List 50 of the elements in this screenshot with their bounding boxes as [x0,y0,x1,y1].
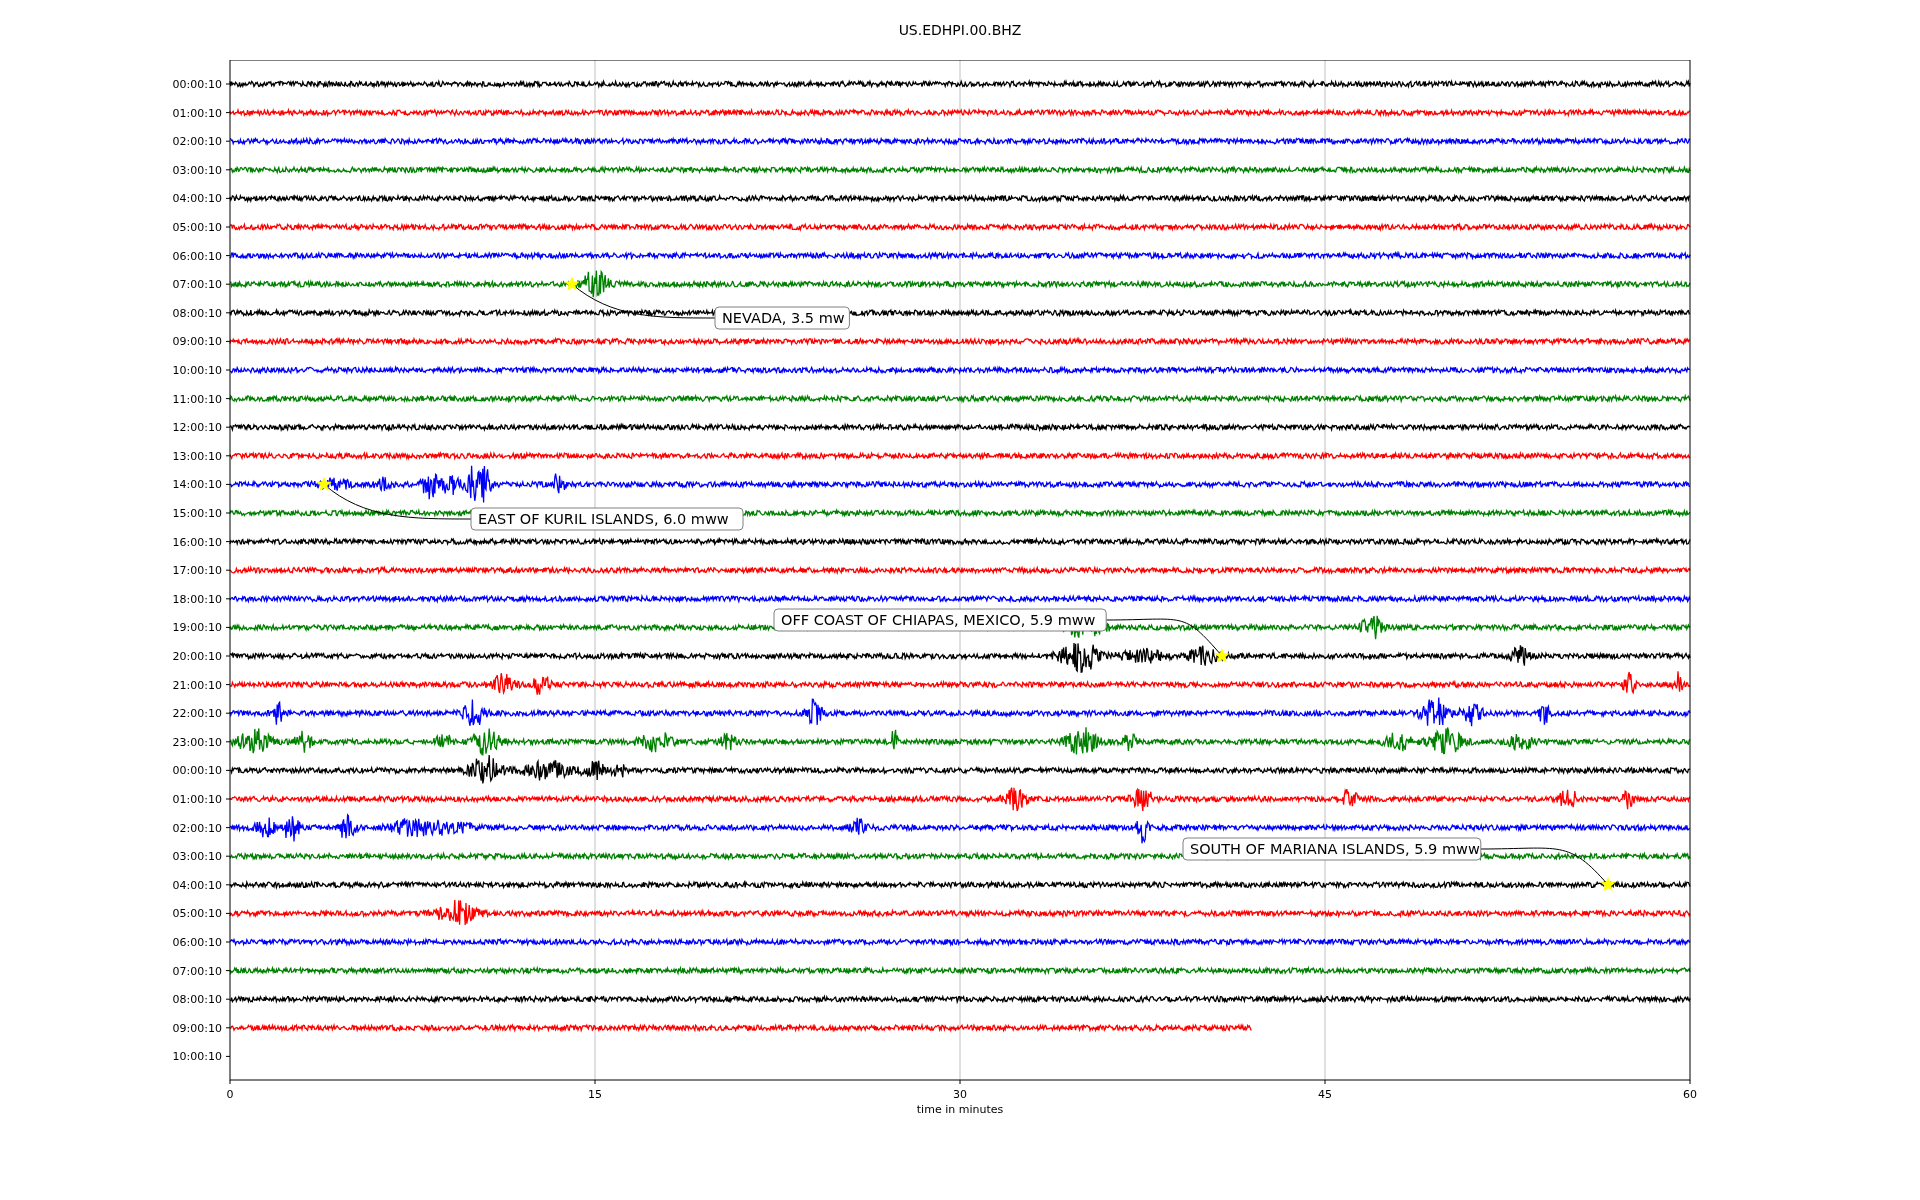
row-time-label: 02:00:10 [172,135,222,149]
row-time-label: 19:00:10 [172,621,222,635]
row-time-label: 14:00:10 [172,478,222,492]
row-time-label: 05:00:10 [172,221,222,234]
event-star-icon [564,276,580,291]
event-star-icon [316,476,332,491]
event-label: SOUTH OF MARIANA ISLANDS, 5.9 mww [1182,837,1482,861]
row-time-label: 00:00:10 [172,78,222,91]
row-time-label: 07:00:10 [172,964,222,978]
row-time-label: 01:00:10 [172,106,222,120]
row-time-label: 20:00:10 [172,650,222,663]
event-star-icon [1600,876,1616,892]
row-time-label: 05:00:10 [172,907,222,921]
row-time-label: 17:00:10 [172,564,222,578]
row-time-label: 01:00:10 [172,793,222,806]
row-time-label: 10:00:10 [172,364,222,377]
row-time-label: 11:00:10 [172,392,222,406]
chart-title: US.EDHPI.00.BHZ [898,20,1022,40]
row-time-label: 06:00:10 [172,936,222,949]
row-time-label: 00:00:10 [172,764,222,778]
row-time-label: 12:00:10 [172,421,222,435]
row-time-label: 02:00:10 [172,821,222,835]
event-star-icon [1214,648,1230,663]
row-time-label: 08:00:10 [172,306,222,320]
row-time-label: 09:00:10 [172,335,222,349]
x-tick-label: 60 [1683,1088,1697,1101]
x-tick-label: 0 [226,1088,234,1101]
x-tick-label: 15 [588,1088,602,1101]
x-axis-label: time in minutes [916,1103,1004,1116]
row-time-label: 10:00:10 [172,1050,222,1064]
row-time-label: 06:00:10 [172,249,222,263]
row-time-label: 04:00:10 [172,878,222,892]
event-label: EAST OF KURIL ISLANDS, 6.0 mww [470,507,744,531]
row-time-label: 21:00:10 [172,678,222,692]
row-time-label: 08:00:10 [172,993,222,1007]
row-time-label: 13:00:10 [172,449,222,463]
row-time-label: 15:00:10 [172,507,222,520]
row-time-label: 23:00:10 [172,735,222,749]
row-time-label: 04:00:10 [172,192,222,206]
row-time-label: 03:00:10 [172,850,222,864]
event-label: NEVADA, 3.5 mw [714,306,850,330]
x-tick-label: 30 [953,1088,967,1101]
event-label: OFF COAST OF CHIAPAS, MEXICO, 5.9 mww [773,608,1107,632]
row-time-label: 18:00:10 [172,592,222,606]
row-time-label: 09:00:10 [172,1021,222,1035]
x-tick-label: 45 [1318,1088,1332,1101]
row-time-label: 03:00:10 [172,163,222,177]
row-time-label: 22:00:10 [172,707,222,721]
row-time-label: 16:00:10 [172,535,222,549]
row-time-label: 07:00:10 [172,278,222,292]
